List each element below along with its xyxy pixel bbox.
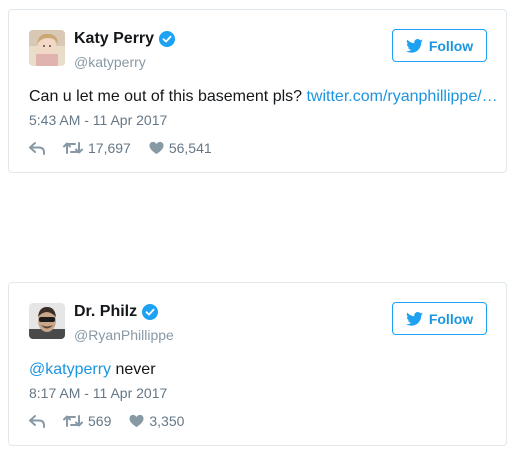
like-count: 3,350 [149, 413, 185, 429]
retweet-action[interactable]: 17,697 [63, 140, 131, 156]
display-name-text: Katy Perry [74, 30, 155, 47]
follow-label: Follow [428, 310, 474, 327]
display-name[interactable]: Katy Perry [74, 30, 176, 48]
tweet-text: Can u let me out of this basement pls? t… [29, 88, 498, 106]
follow-button[interactable]: Follow [392, 29, 487, 62]
avatar[interactable] [29, 303, 65, 339]
user-handle[interactable]: @katyperry [74, 54, 146, 70]
user-handle[interactable]: @RyanPhillippe [74, 327, 174, 343]
verified-badge-icon [159, 31, 176, 47]
tweet-timestamp[interactable]: 5:43 AM - 11 Apr 2017 [29, 112, 167, 128]
tweet-text-plain: never [111, 361, 156, 378]
tweet-card-katy-perry: Katy Perry @katyperry Follow Can u let m… [8, 9, 507, 173]
reply-action[interactable] [29, 414, 45, 428]
display-name-text: Dr. Philz [74, 303, 138, 320]
tweet-actions: 569 3,350 [29, 413, 202, 429]
reply-icon [29, 141, 45, 155]
retweet-count: 569 [88, 413, 112, 429]
tweet-link[interactable]: twitter.com/ryanphillippe/… [306, 88, 497, 105]
follow-label: Follow [428, 37, 474, 54]
retweet-icon [63, 414, 83, 428]
display-name[interactable]: Dr. Philz [74, 303, 159, 321]
like-action[interactable]: 56,541 [149, 140, 212, 156]
verified-badge-icon [142, 304, 159, 320]
retweet-count: 17,697 [88, 140, 131, 156]
reply-icon [29, 414, 45, 428]
tweet-text-plain: Can u let me out of this basement pls? [29, 88, 307, 105]
tweet-card-dr-philz: Dr. Philz @RyanPhillippe Follow @katyper… [8, 282, 507, 446]
follow-button[interactable]: Follow [392, 302, 487, 335]
like-count: 56,541 [168, 140, 212, 156]
retweet-action[interactable]: 569 [63, 413, 111, 429]
like-heart-icon [129, 414, 144, 428]
tweet-timestamp[interactable]: 8:17 AM - 11 Apr 2017 [29, 385, 167, 401]
tweet-text: @katyperry never [29, 361, 156, 379]
tweet-actions: 17,697 56,541 [29, 140, 230, 156]
twitter-bird-icon [405, 311, 423, 326]
like-heart-icon [149, 141, 164, 155]
tweet-mention[interactable]: @katyperry [29, 361, 111, 378]
twitter-bird-icon [405, 38, 423, 53]
avatar[interactable] [29, 30, 65, 66]
reply-action[interactable] [29, 141, 45, 155]
like-action[interactable]: 3,350 [129, 413, 184, 429]
retweet-icon [63, 141, 83, 155]
